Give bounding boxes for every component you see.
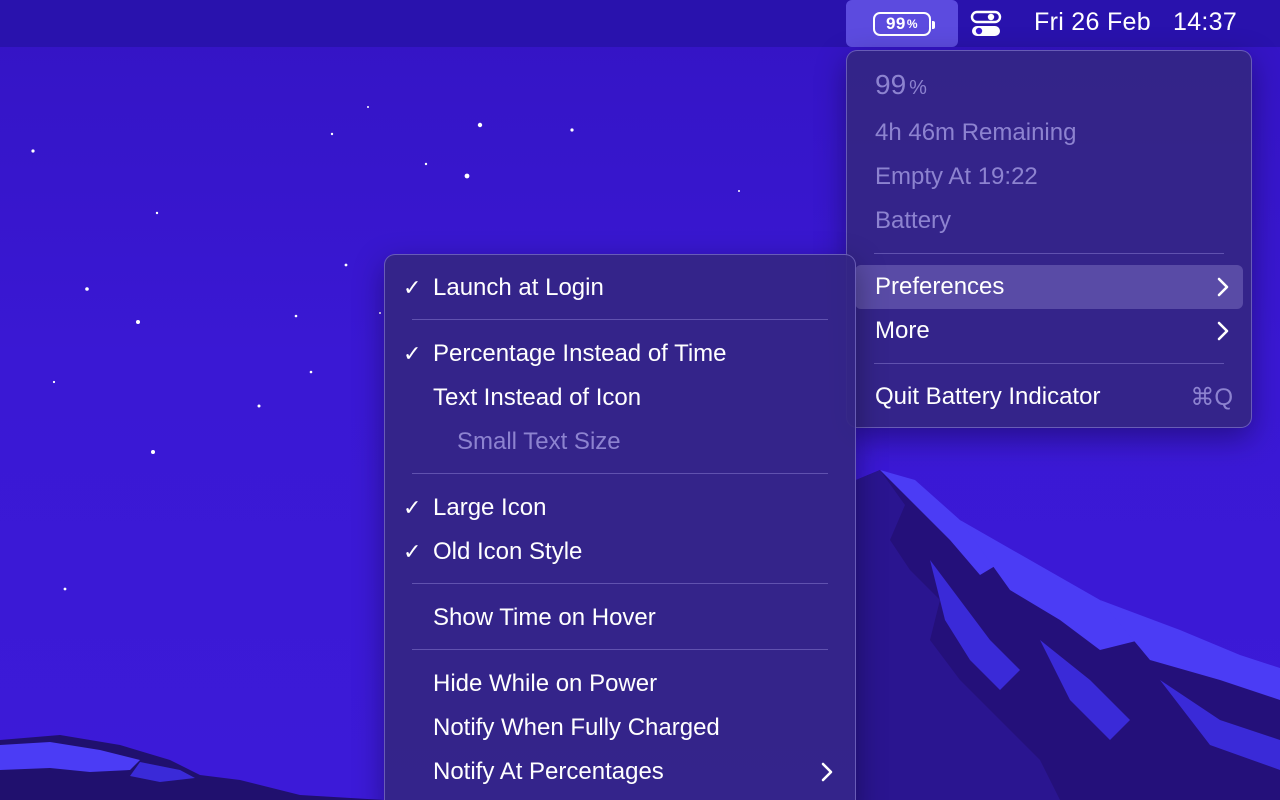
checkmark-icon: ✓ bbox=[403, 495, 422, 520]
pref-label: Show Time on Hover bbox=[433, 604, 656, 631]
quit-shortcut: ⌘Q bbox=[1190, 383, 1233, 411]
battery-nub bbox=[932, 20, 935, 29]
percent-sign: % bbox=[909, 77, 927, 99]
remaining-label: 4h 46m Remaining bbox=[875, 119, 1077, 146]
separator bbox=[412, 583, 828, 584]
preferences-submenu: ✓ Launch at Login ✓ Percentage Instead o… bbox=[384, 254, 856, 800]
battery-percent-text: 99 bbox=[885, 13, 906, 33]
pref-label: Percentage Instead of Time bbox=[433, 340, 727, 367]
pref-item-text-instead-of-icon[interactable]: Text Instead of Icon bbox=[393, 376, 847, 420]
pref-label: Notify At Percentages bbox=[433, 758, 664, 785]
quit-label: Quit Battery Indicator bbox=[875, 383, 1101, 410]
pref-label: Large Icon bbox=[433, 494, 547, 521]
checkmark-icon: ✓ bbox=[403, 341, 422, 366]
pref-item-notify-when-fully-charged[interactable]: Notify When Fully Charged bbox=[393, 706, 847, 750]
percent-value: 99 bbox=[875, 69, 907, 100]
battery-menu: 99% 4h 46m Remaining Empty At 19:22 Batt… bbox=[846, 50, 1252, 428]
power-source-label: Battery bbox=[875, 207, 952, 234]
menu-item-percent: 99% bbox=[855, 63, 1243, 107]
menubar-date[interactable]: Fri 26 Feb bbox=[1034, 8, 1151, 37]
chevron-right-icon bbox=[1217, 277, 1229, 297]
menu-bar: 99% Fri 26 Feb 14:37 bbox=[0, 0, 1280, 47]
empty-at-label: Empty At 19:22 bbox=[875, 163, 1038, 190]
more-label: More bbox=[875, 317, 930, 344]
menu-item-preferences[interactable]: Preferences bbox=[855, 265, 1243, 309]
checkmark-icon: ✓ bbox=[403, 539, 422, 564]
pref-item-small-text-size: Small Text Size bbox=[393, 420, 847, 464]
control-center-icon[interactable] bbox=[969, 9, 1003, 39]
pref-item-large-icon[interactable]: ✓ Large Icon bbox=[393, 486, 847, 530]
menu-item-power-source: Battery bbox=[855, 199, 1243, 243]
pref-label: Old Icon Style bbox=[433, 538, 583, 565]
pref-label: Notify When Fully Charged bbox=[433, 714, 720, 741]
menu-item-quit[interactable]: Quit Battery Indicator ⌘Q bbox=[855, 375, 1243, 419]
separator bbox=[874, 253, 1224, 254]
menu-item-remaining: 4h 46m Remaining bbox=[855, 111, 1243, 155]
preferences-label: Preferences bbox=[875, 273, 1005, 300]
pref-item-show-time-on-hover[interactable]: Show Time on Hover bbox=[393, 596, 847, 640]
pref-item-old-icon-style[interactable]: ✓ Old Icon Style bbox=[393, 530, 847, 574]
pref-item-hide-while-on-power[interactable]: Hide While on Power bbox=[393, 662, 847, 706]
mountain-right bbox=[856, 470, 1280, 800]
separator bbox=[874, 363, 1224, 364]
checkmark-icon: ✓ bbox=[403, 275, 422, 300]
separator bbox=[412, 473, 828, 474]
desktop: 99% Fri 26 Feb 14:37 99% 4h 46m Remainin… bbox=[0, 0, 1280, 800]
pref-label: Hide While on Power bbox=[433, 670, 658, 697]
menu-item-empty-at: Empty At 19:22 bbox=[855, 155, 1243, 199]
pref-item-percentage-instead-of-time[interactable]: ✓ Percentage Instead of Time bbox=[393, 332, 847, 376]
pref-label: Small Text Size bbox=[457, 428, 621, 455]
battery-status-item[interactable]: 99% bbox=[846, 0, 958, 47]
menubar-time[interactable]: 14:37 bbox=[1173, 8, 1237, 37]
chevron-right-icon bbox=[821, 762, 833, 782]
menu-item-more[interactable]: More bbox=[855, 309, 1243, 353]
pref-item-notify-at-percentages[interactable]: Notify At Percentages bbox=[393, 750, 847, 794]
pref-label: Text Instead of Icon bbox=[433, 384, 642, 411]
chevron-right-icon bbox=[1217, 321, 1229, 341]
dune-left bbox=[0, 735, 384, 800]
separator bbox=[412, 649, 828, 650]
battery-icon: 99% bbox=[873, 11, 935, 36]
battery-percent-sign: % bbox=[906, 16, 919, 31]
separator bbox=[412, 319, 828, 320]
pref-item-launch-at-login[interactable]: ✓ Launch at Login bbox=[393, 266, 847, 310]
pref-label: Launch at Login bbox=[433, 274, 604, 301]
